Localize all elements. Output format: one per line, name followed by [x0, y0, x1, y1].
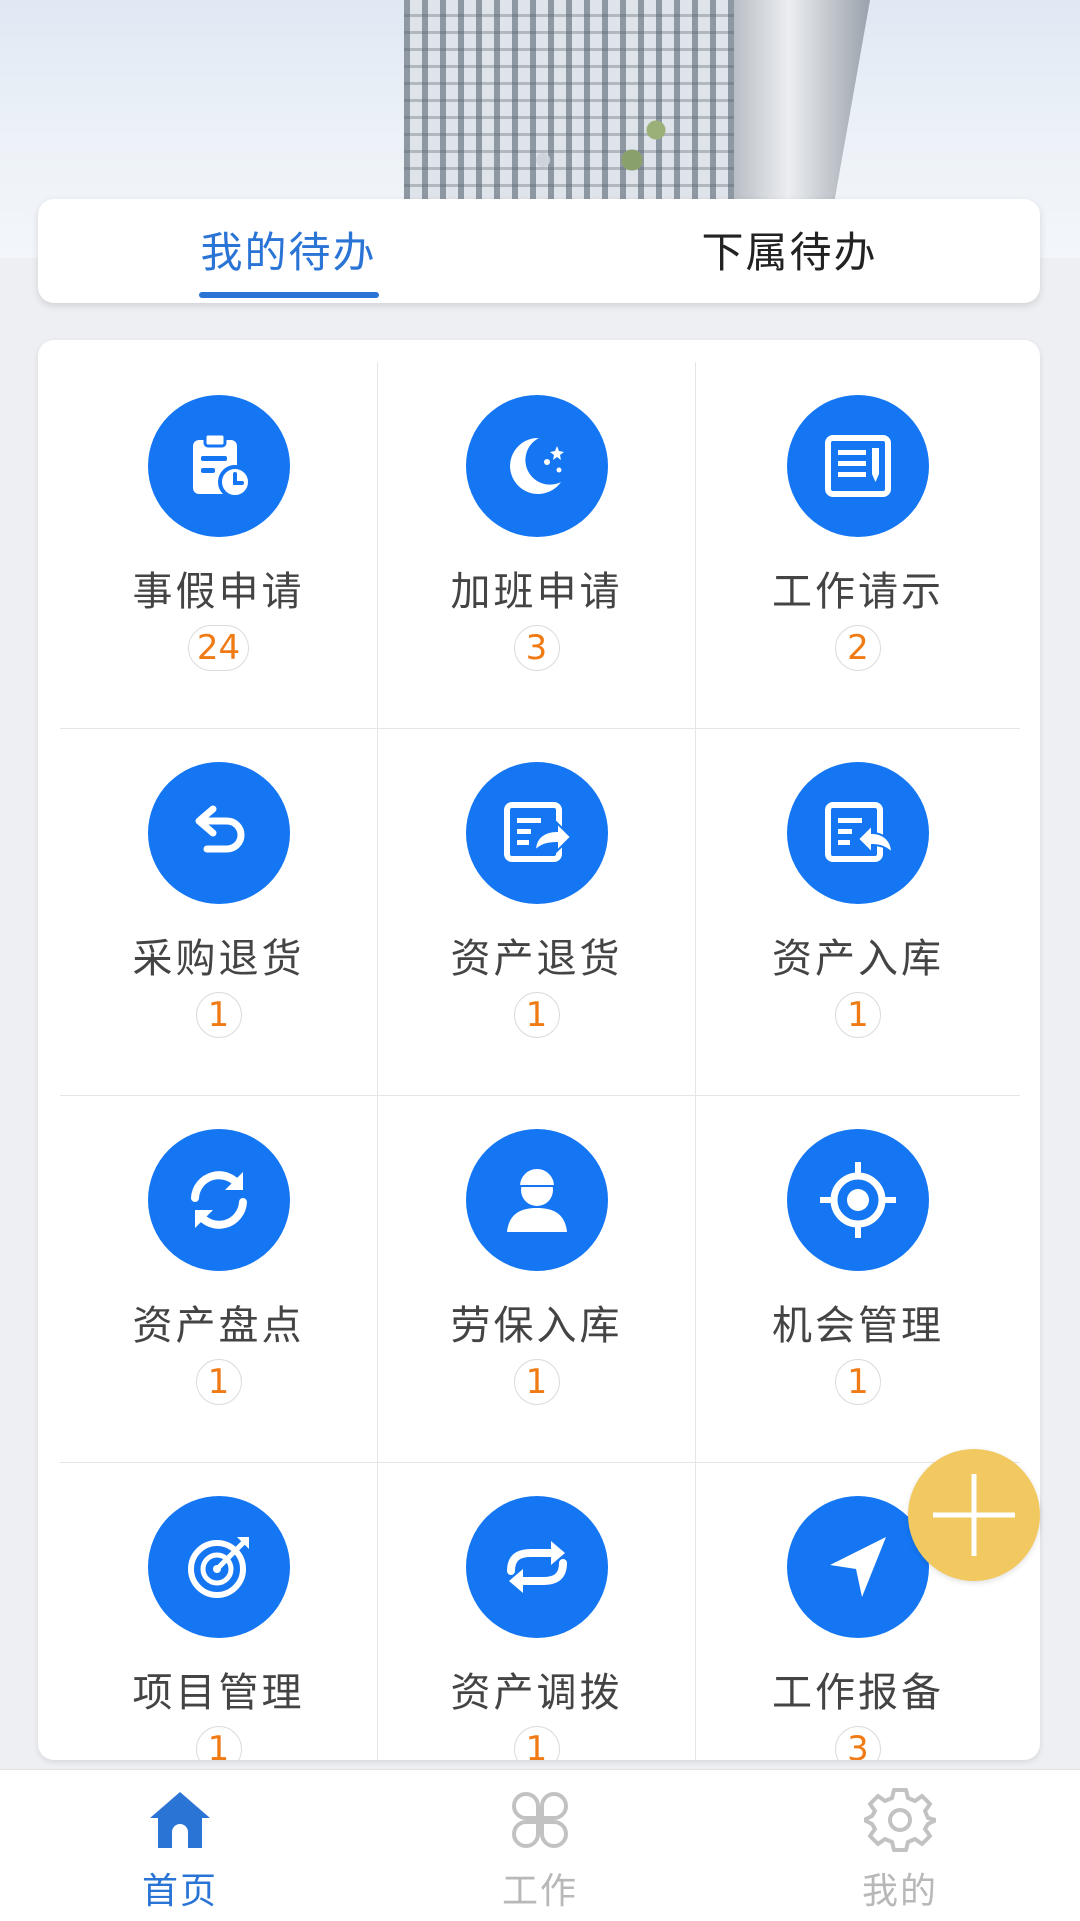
tab-subordinate-todo[interactable]: 下属待办	[539, 199, 1040, 303]
exchange-arrows-icon	[465, 1496, 608, 1638]
grid-item-project-management[interactable]: 项目管理 1	[60, 1463, 378, 1760]
grid-item-label: 资产调拨	[450, 1670, 623, 1716]
tab-label: 下属待办	[701, 227, 878, 277]
grid-item-leave-request[interactable]: 事假申请 24	[60, 362, 378, 729]
nav-item-work[interactable]: 工作	[360, 1770, 720, 1921]
worker-icon	[465, 1129, 608, 1271]
count-badge: 1	[195, 1726, 242, 1760]
building-image	[404, 0, 734, 200]
todo-tabs: 我的待办 下属待办	[38, 199, 1040, 303]
todo-grid: 事假申请 24 加班申请 3 工作请示 2 采购退货 1 资产退货 1 资产入库…	[60, 362, 1020, 1760]
nav-item-home[interactable]: 首页	[0, 1770, 360, 1921]
grid-item-label: 采购退货	[132, 936, 305, 982]
grid-item-label: 机会管理	[772, 1303, 944, 1349]
count-badge: 1	[513, 1359, 560, 1405]
count-badge: 2	[835, 625, 881, 671]
return-arrow-icon	[147, 762, 290, 904]
grid-item-asset-inventory[interactable]: 资产盘点 1	[60, 1096, 378, 1463]
count-badge: 1	[835, 992, 881, 1038]
grid-item-label: 项目管理	[132, 1670, 305, 1716]
document-forward-icon	[465, 762, 608, 904]
todo-grid-card: 事假申请 24 加班申请 3 工作请示 2 采购退货 1 资产退货 1 资产入库…	[38, 340, 1040, 1760]
nav-label: 首页	[141, 1871, 218, 1912]
count-badge: 24	[187, 625, 250, 671]
add-button[interactable]	[908, 1449, 1040, 1581]
count-badge: 1	[195, 992, 242, 1038]
bottom-nav: 首页 工作 我的	[0, 1769, 1080, 1921]
count-badge: 1	[513, 1726, 560, 1760]
grid-item-overtime-request[interactable]: 加班申请 3	[378, 362, 696, 729]
grid-item-labor-protection-storage[interactable]: 劳保入库 1	[378, 1096, 696, 1463]
grid-item-asset-return[interactable]: 资产退货 1	[378, 729, 696, 1096]
tab-label: 我的待办	[200, 227, 377, 277]
grid-item-asset-storage[interactable]: 资产入库 1	[696, 729, 1020, 1096]
dartboard-icon	[147, 1496, 290, 1638]
grid-item-opportunity-management[interactable]: 机会管理 1	[696, 1096, 1020, 1463]
grid-item-label: 工作报备	[772, 1670, 944, 1716]
grid-item-purchase-return[interactable]: 采购退货 1	[60, 729, 378, 1096]
count-badge: 3	[513, 625, 560, 671]
count-badge: 1	[513, 992, 560, 1038]
grid-item-label: 加班申请	[450, 569, 623, 615]
grid-item-label: 资产入库	[772, 936, 944, 982]
plus-icon	[933, 1474, 1015, 1556]
apps-icon	[512, 1792, 568, 1848]
moon-stars-icon	[465, 395, 608, 537]
home-icon	[150, 1792, 210, 1848]
count-badge: 1	[835, 1359, 881, 1405]
count-badge: 1	[195, 1359, 242, 1405]
nav-item-mine[interactable]: 我的	[720, 1770, 1080, 1921]
carousel-indicator[interactable]	[536, 153, 550, 167]
count-badge: 3	[835, 1726, 881, 1760]
grid-item-work-request[interactable]: 工作请示 2	[696, 362, 1020, 729]
clipboard-clock-icon	[147, 395, 290, 537]
nav-label: 工作	[501, 1871, 578, 1912]
grid-item-label: 资产盘点	[132, 1303, 305, 1349]
gear-icon	[864, 1788, 936, 1852]
target-crosshair-icon	[787, 1129, 929, 1271]
greenery	[600, 100, 680, 200]
grid-item-label: 工作请示	[772, 569, 944, 615]
document-pen-icon	[787, 395, 929, 537]
refresh-icon	[147, 1129, 290, 1271]
grid-item-label: 资产退货	[450, 936, 623, 982]
grid-item-label: 劳保入库	[450, 1303, 623, 1349]
grid-item-asset-transfer[interactable]: 资产调拨 1	[378, 1463, 696, 1760]
grid-item-label: 事假申请	[132, 569, 305, 615]
tab-my-todo[interactable]: 我的待办	[38, 199, 539, 303]
nav-label: 我的	[861, 1871, 938, 1912]
building-wing	[734, 0, 870, 200]
document-back-icon	[787, 762, 929, 904]
